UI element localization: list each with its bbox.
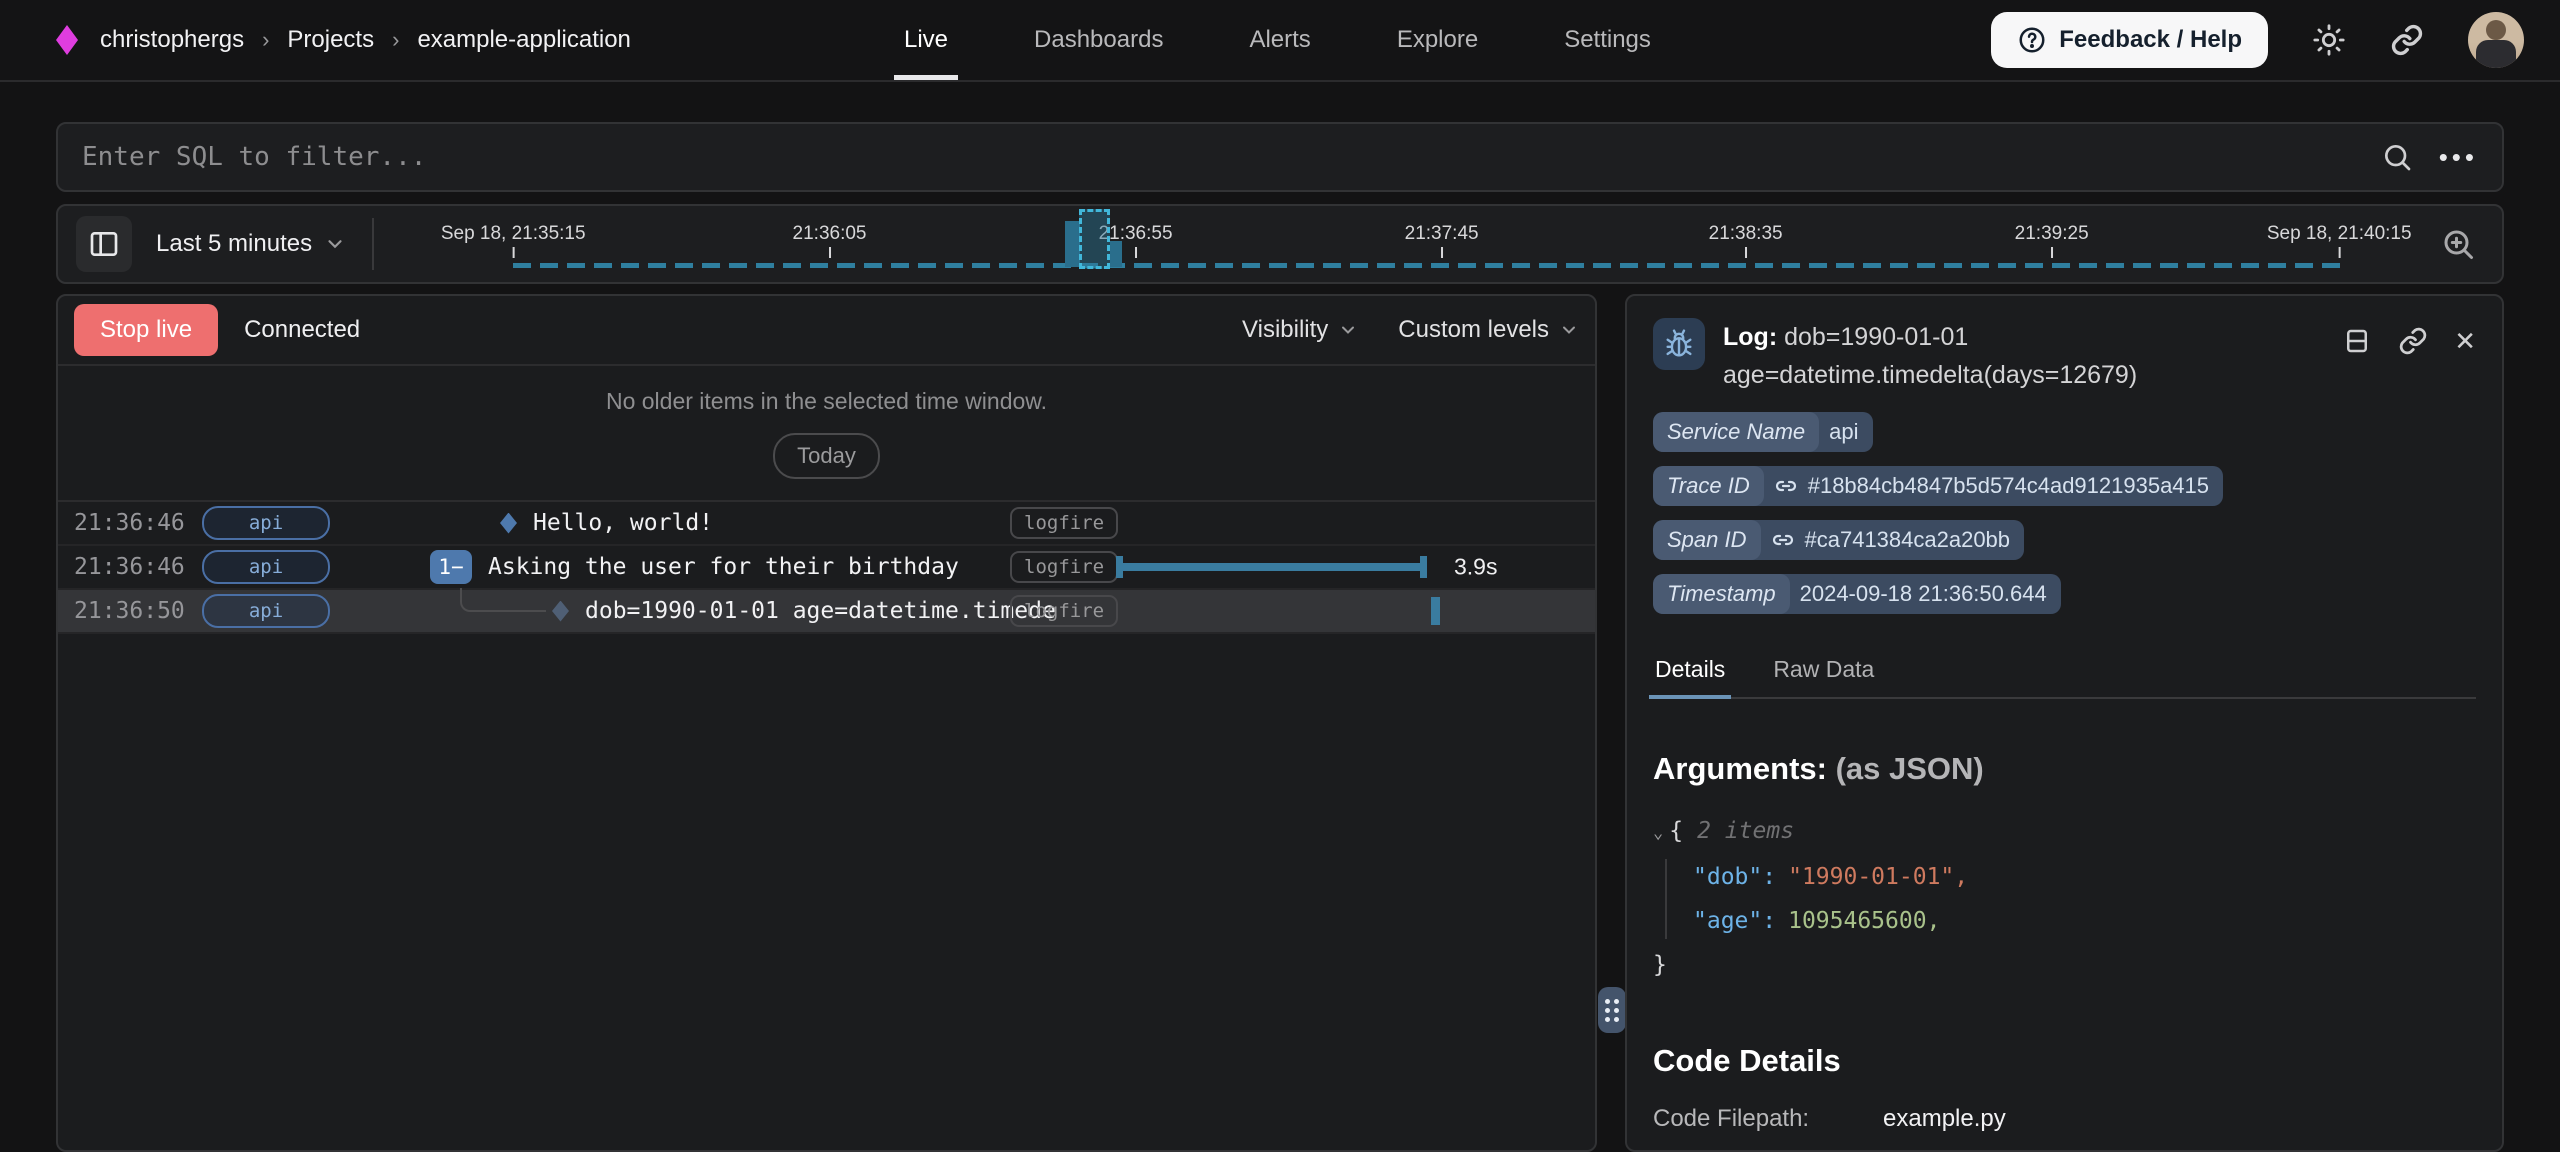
attribute-trace-id[interactable]: Trace ID#18b84cb4847b5d574c4ad9121935a41…	[1653, 466, 2223, 506]
log-timestamp: 21:36:46	[74, 510, 186, 536]
timeline-selection[interactable]	[1079, 209, 1110, 269]
log-diamond-icon	[552, 601, 569, 622]
json-indent-guide	[1665, 859, 1667, 939]
tab-dashboards[interactable]: Dashboards	[1030, 0, 1167, 80]
theme-toggle-icon[interactable]	[2312, 23, 2346, 57]
detail-tabs: Details Raw Data	[1653, 644, 2476, 699]
attribute-timestamp[interactable]: Timestamp2024-09-18 21:36:50.644	[1653, 574, 2061, 614]
timeline-bar: Last 5 minutes Sep 18, 21:35:15 21:36:05…	[56, 204, 2504, 284]
tree-connector	[460, 588, 546, 612]
timeline-tick: Sep 18, 21:35:15	[441, 223, 586, 258]
time-range-label: Last 5 minutes	[156, 230, 312, 258]
json-viewer: ⌄{2 items "dob":"1990-01-01", "age":1095…	[1653, 809, 2476, 987]
time-range-select[interactable]: Last 5 minutes	[156, 230, 346, 258]
user-avatar[interactable]	[2468, 12, 2524, 68]
panel-splitter[interactable]	[1598, 294, 1626, 1142]
empty-window-message: No older items in the selected time wind…	[606, 388, 1047, 415]
timeline-tick: 21:39:25	[2015, 223, 2089, 258]
timeline-track[interactable]: Sep 18, 21:35:15 21:36:05 21:36:55 21:37…	[353, 206, 2407, 282]
json-open-line[interactable]: ⌄{2 items	[1653, 809, 2476, 855]
log-row[interactable]: 21:36:46 api 1− Asking the user for thei…	[58, 546, 1595, 590]
scope-tag: logfire	[1010, 551, 1118, 583]
tab-live[interactable]: Live	[900, 0, 952, 80]
connection-status: Connected	[244, 316, 360, 344]
tab-alerts[interactable]: Alerts	[1245, 0, 1314, 80]
zoom-in-icon[interactable]	[2440, 226, 2476, 262]
log-message: Hello, world!	[533, 510, 713, 536]
split-panel-icon[interactable]	[2342, 324, 2372, 358]
tab-settings[interactable]: Settings	[1560, 0, 1655, 80]
detail-title: Log: dob=1990-01-01 age=datetime.timedel…	[1723, 318, 2283, 394]
log-diamond-icon	[500, 513, 517, 534]
visibility-dropdown[interactable]: Visibility	[1242, 316, 1358, 344]
timeline-tick: Sep 18, 21:40:15	[2267, 223, 2412, 258]
breadcrumb-account[interactable]: christophergs	[100, 26, 244, 54]
timeline-dashed-line	[513, 263, 2341, 268]
code-filepath-row: Code Filepath: example.py	[1653, 1105, 2476, 1133]
log-time-marker	[1431, 597, 1440, 625]
more-options-icon[interactable]: •••	[2439, 142, 2478, 173]
sql-filter-input[interactable]	[82, 142, 2381, 172]
sql-filter-bar: •••	[56, 122, 2504, 192]
custom-levels-dropdown[interactable]: Custom levels	[1398, 316, 1579, 344]
tab-explore[interactable]: Explore	[1393, 0, 1482, 80]
question-circle-icon	[2017, 25, 2047, 55]
collapse-children-button[interactable]: 1−	[430, 550, 472, 584]
main-nav: Live Dashboards Alerts Explore Settings	[900, 0, 1655, 80]
bug-icon	[1653, 318, 1705, 370]
log-timestamp: 21:36:50	[74, 598, 186, 624]
attribute-service-name[interactable]: Service Nameapi	[1653, 412, 1873, 452]
breadcrumb-separator: ›	[392, 27, 399, 53]
timeline-tick: 21:38:35	[1709, 223, 1783, 258]
histogram-bar	[1065, 221, 1080, 267]
scope-tag: logfire	[1010, 595, 1118, 627]
breadcrumb: christophergs › Projects › example-appli…	[100, 26, 631, 54]
timeline-tick: 21:36:05	[793, 223, 867, 258]
code-details-heading: Code Details	[1653, 1043, 2476, 1079]
splitter-grip-icon[interactable]	[1598, 987, 1626, 1033]
log-detail-panel: Log: dob=1990-01-01 age=datetime.timedel…	[1625, 294, 2504, 1152]
timeline-tick: 21:37:45	[1405, 223, 1479, 258]
link-icon	[1771, 528, 1795, 552]
today-button[interactable]: Today	[773, 433, 880, 479]
tab-details[interactable]: Details	[1653, 644, 1727, 697]
feedback-help-label: Feedback / Help	[2059, 26, 2242, 54]
scope-tag: logfire	[1010, 507, 1118, 539]
feedback-help-button[interactable]: Feedback / Help	[1991, 12, 2268, 68]
live-log-panel: Stop live Connected Visibility Custom le…	[56, 294, 1597, 1152]
histogram-bar	[1110, 241, 1122, 267]
span-duration-bar	[1116, 556, 1427, 578]
arguments-heading: Arguments: (as JSON)	[1653, 751, 2476, 787]
service-badge[interactable]: api	[202, 506, 330, 540]
service-badge[interactable]: api	[202, 550, 330, 584]
json-entry: "age":1095465600,	[1653, 899, 2476, 943]
log-message: Asking the user for their birthday	[488, 554, 959, 580]
service-badge[interactable]: api	[202, 594, 330, 628]
search-icon[interactable]	[2381, 141, 2413, 173]
json-close-line: }	[1653, 943, 2476, 987]
link-icon	[1774, 474, 1798, 498]
log-message: dob=1990-01-01 age=datetime.timede	[585, 598, 1056, 624]
json-entry: "dob":"1990-01-01",	[1653, 855, 2476, 899]
breadcrumb-project-name[interactable]: example-application	[417, 26, 630, 54]
log-row[interactable]: 21:36:46 api Hello, world! logfire	[58, 502, 1595, 546]
close-icon[interactable]: ✕	[2454, 324, 2476, 358]
copy-link-icon[interactable]	[2398, 324, 2428, 358]
share-link-icon[interactable]	[2390, 23, 2424, 57]
stop-live-button[interactable]: Stop live	[74, 304, 218, 356]
sidebar-toggle-icon[interactable]	[76, 216, 132, 272]
breadcrumb-projects[interactable]: Projects	[287, 26, 374, 54]
breadcrumb-separator: ›	[262, 27, 269, 53]
log-row-selected[interactable]: 21:36:50 api dob=1990-01-01 age=datetime…	[58, 590, 1595, 634]
tab-raw-data[interactable]: Raw Data	[1771, 644, 1876, 697]
top-header: christophergs › Projects › example-appli…	[0, 0, 2560, 82]
attribute-span-id[interactable]: Span ID#ca741384ca2a20bb	[1653, 520, 2024, 560]
span-duration-label: 3.9s	[1454, 554, 1497, 581]
log-timestamp: 21:36:46	[74, 554, 186, 580]
logfire-logo-icon[interactable]	[56, 25, 78, 55]
